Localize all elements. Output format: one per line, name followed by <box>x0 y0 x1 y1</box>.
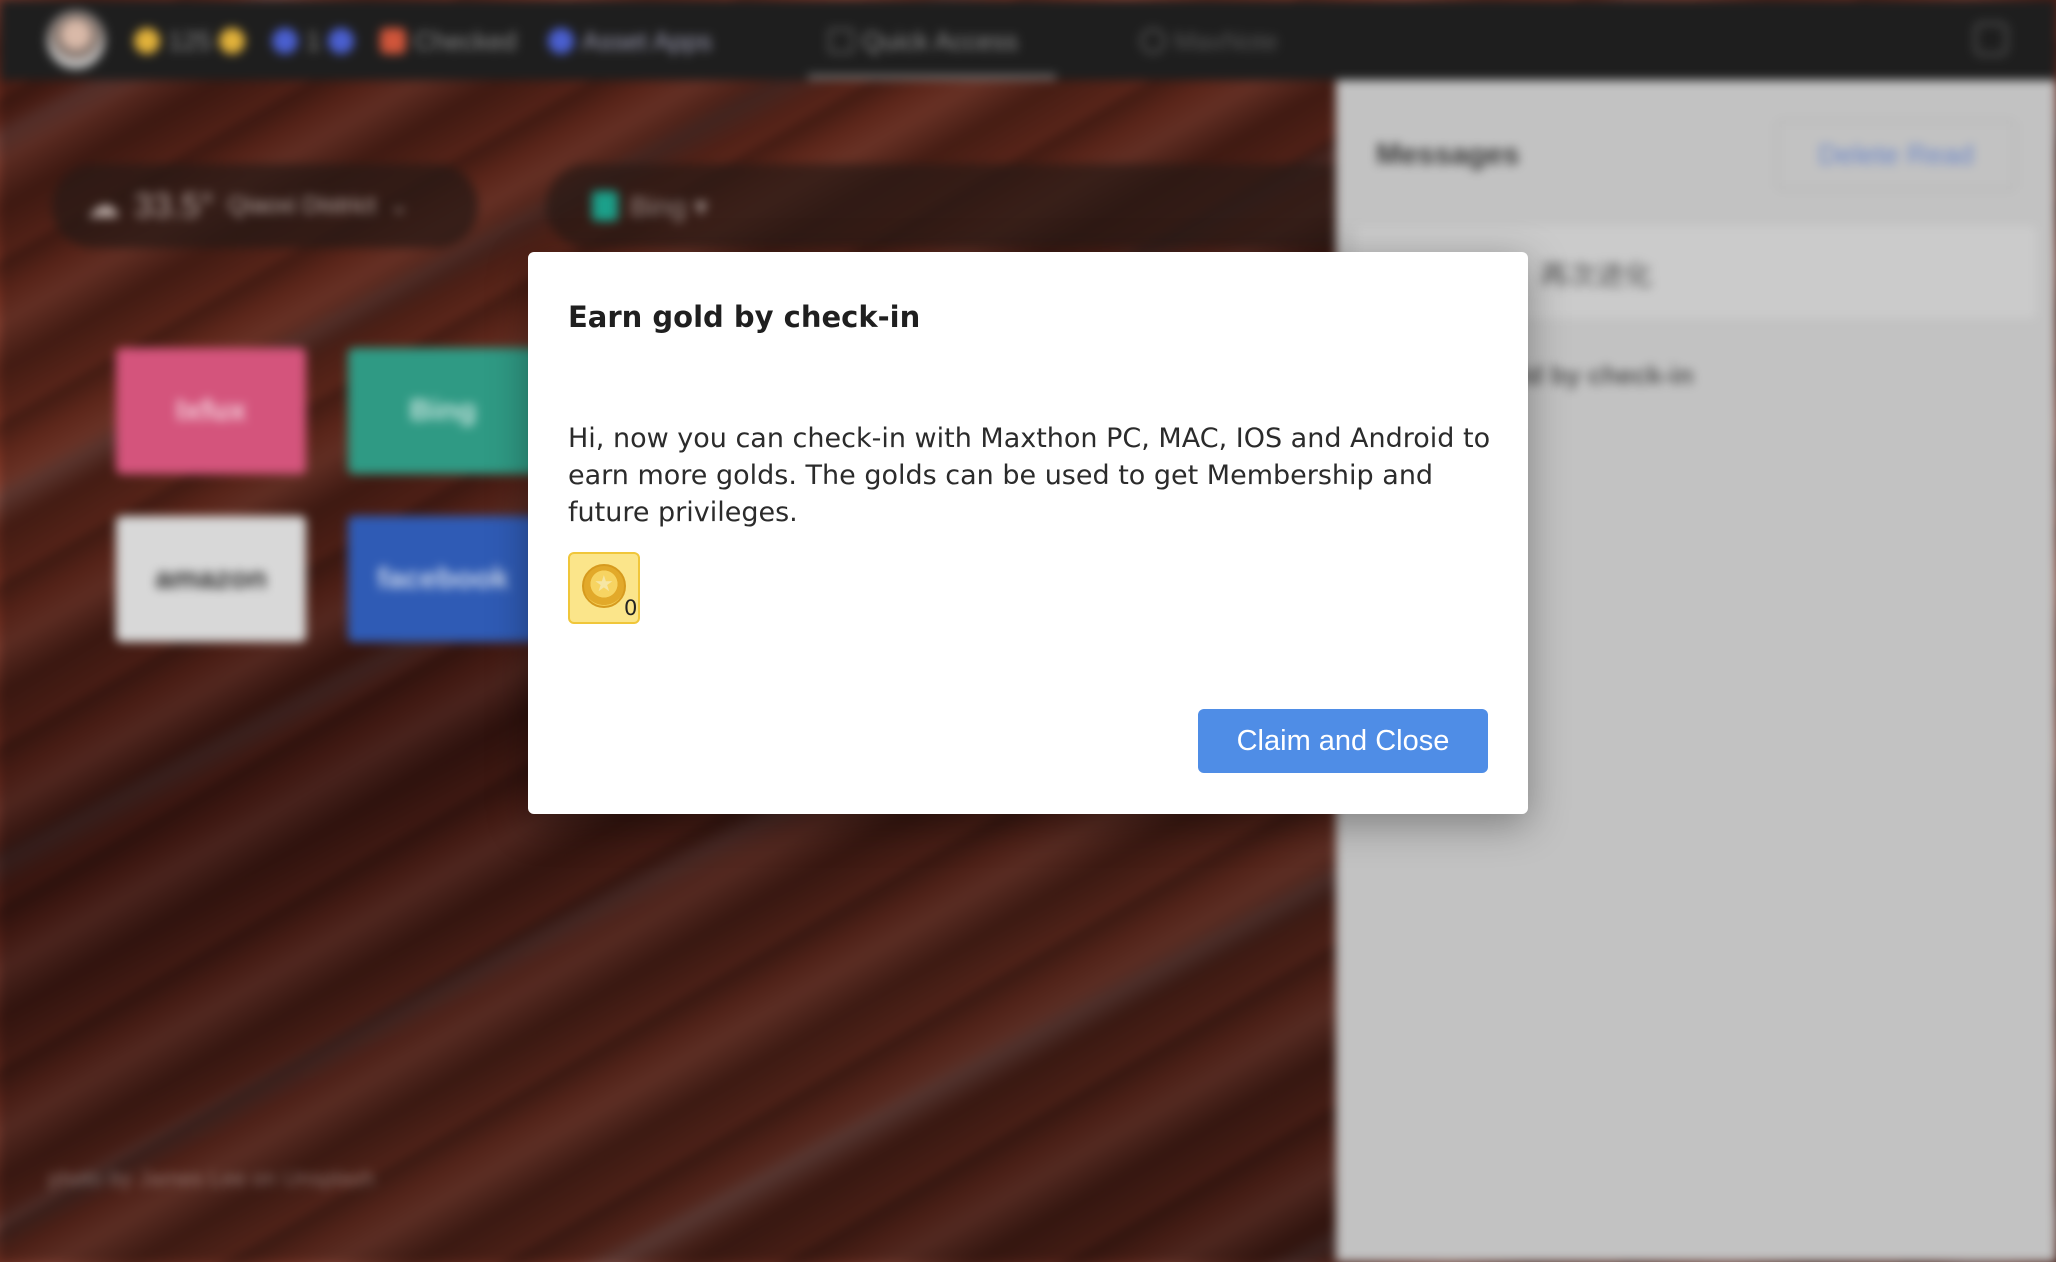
diamond-icon <box>272 28 298 54</box>
tile-amazon[interactable]: amazon <box>116 516 306 642</box>
gift-icon <box>380 28 406 54</box>
search-bar[interactable]: Bing ▾ <box>546 164 1446 248</box>
tile-facebook[interactable]: facebook <box>348 516 538 642</box>
grid-icon <box>828 28 854 54</box>
note-icon <box>1140 28 1166 54</box>
avatar[interactable] <box>46 10 106 70</box>
checkin-dialog: Earn gold by check-in Hi, now you can ch… <box>528 252 1528 814</box>
bing-icon <box>592 191 618 221</box>
gold-coins[interactable]: 125 <box>134 24 246 58</box>
active-tab-indicator <box>808 74 1056 80</box>
weather-widget[interactable]: ☁ 33.5° Qiaoxi District ⌄ <box>52 164 478 248</box>
checkin-status[interactable]: Checked <box>380 24 517 58</box>
asset-apps-tab[interactable]: Asset Apps <box>548 24 712 58</box>
delete-read-button[interactable]: Delete Read <box>1776 120 2016 190</box>
tile-ixfux[interactable]: Ixfux <box>116 348 306 474</box>
message-subtitle: ld by check-in <box>1520 360 1694 390</box>
photo-credit[interactable]: photo by James Lee on Unsplash <box>48 1166 375 1192</box>
apps-icon <box>548 28 574 54</box>
coin-icon <box>219 28 246 54</box>
chevron-down-icon: ⌄ <box>389 193 409 218</box>
quick-access-tab[interactable]: Quick Access <box>828 24 1018 58</box>
top-bar: 125 1 Checked Asset Apps Quick Access Ma… <box>0 0 2056 80</box>
coin-icon <box>134 28 160 54</box>
gold-coin-badge: ★ 0 <box>568 552 640 624</box>
notification-bell-icon[interactable] <box>1974 22 2008 56</box>
dialog-body: Hi, now you can check-in with Maxthon PC… <box>568 423 1491 528</box>
tile-bing[interactable]: Bing <box>348 348 538 474</box>
vip-badge[interactable]: 1 <box>272 24 355 58</box>
dialog-title: Earn gold by check-in <box>568 300 921 334</box>
level-icon <box>328 28 355 54</box>
gold-coin-icon: ★ <box>582 564 626 608</box>
coin-count: 0 <box>624 596 638 620</box>
star-icon: ★ <box>594 572 614 597</box>
claim-and-close-button[interactable]: Claim and Close <box>1198 709 1488 773</box>
cloud-icon: ☁ <box>86 187 120 225</box>
messages-title: Messages <box>1376 138 1520 171</box>
maxnote-tab[interactable]: MaxNote <box>1140 24 1278 58</box>
